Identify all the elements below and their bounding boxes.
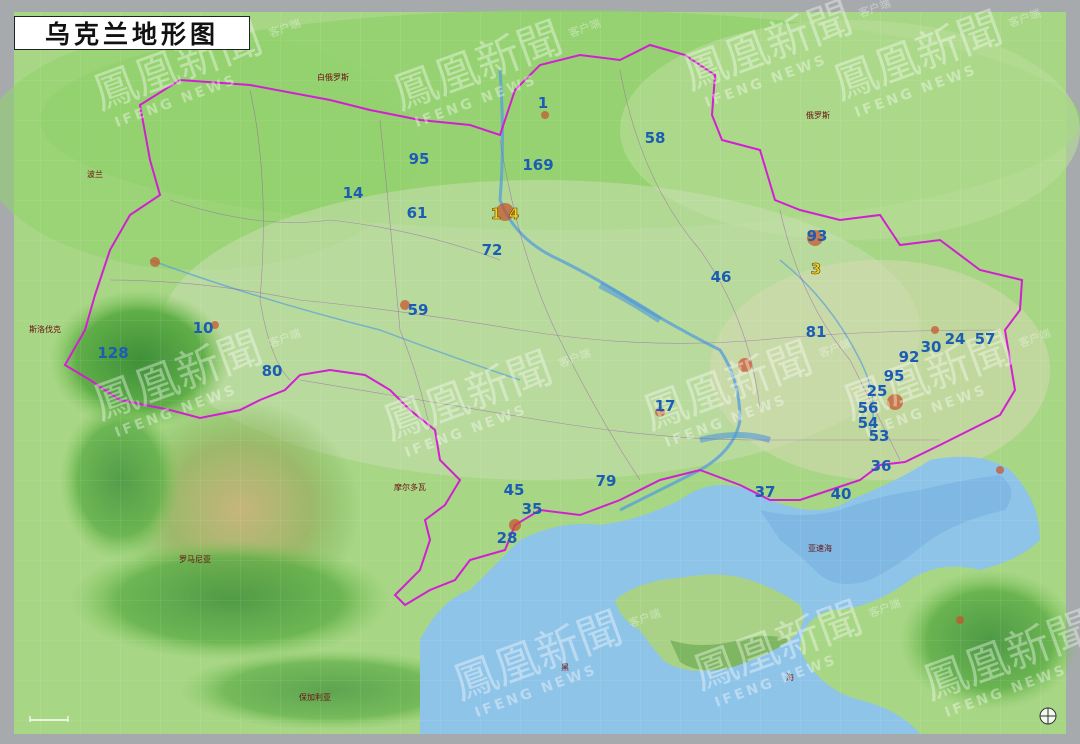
map-marker-28[interactable]: 36 bbox=[871, 457, 892, 475]
map-marker-20[interactable]: 92 bbox=[899, 348, 920, 366]
map-marker-17[interactable]: 30 bbox=[921, 338, 942, 356]
map-marker-10[interactable]: 93 bbox=[807, 227, 828, 245]
map-marker-19[interactable]: 57 bbox=[975, 330, 996, 348]
map-marker-29[interactable]: 79 bbox=[596, 472, 617, 490]
map-marker-23[interactable]: 25 bbox=[867, 382, 888, 400]
map-marker-34[interactable]: 28 bbox=[497, 529, 518, 547]
map-marker-2[interactable]: 58 bbox=[645, 129, 666, 147]
map-marker-12[interactable]: 46 bbox=[711, 268, 732, 286]
map-marker-31[interactable]: 35 bbox=[522, 500, 543, 518]
map-marker-9[interactable]: 72 bbox=[482, 241, 503, 259]
map-marker-8[interactable]: 4 bbox=[508, 205, 519, 224]
map-marker-13[interactable]: 59 bbox=[408, 301, 429, 319]
map-marker-22[interactable]: 80 bbox=[262, 362, 283, 380]
map-marker-30[interactable]: 45 bbox=[504, 481, 525, 499]
map-marker-4[interactable]: 95 bbox=[409, 150, 430, 168]
map-title: 乌克兰地形图 bbox=[14, 16, 250, 50]
map-marker-3[interactable]: 169 bbox=[522, 156, 553, 174]
place-label-slovakia: 斯洛伐克 bbox=[29, 324, 61, 334]
place-label-azov: 亚速海 bbox=[808, 543, 832, 553]
place-label-belarus: 白俄罗斯 bbox=[317, 72, 349, 82]
place-label-poland: 波兰 bbox=[87, 169, 103, 179]
map-marker-18[interactable]: 24 bbox=[945, 330, 966, 348]
map-marker-7[interactable]: 1 bbox=[490, 205, 501, 224]
place-label-moldova: 摩尔多瓦 bbox=[394, 482, 426, 492]
map-marker-14[interactable]: 10 bbox=[193, 319, 214, 337]
place-label-russia: 俄罗斯 bbox=[806, 110, 830, 120]
map-canvas[interactable]: 白俄罗斯俄罗斯波兰罗马尼亚摩尔多瓦保加利亚亚速海黑海斯洛伐克 鳳凰新聞IFENG… bbox=[0, 0, 1080, 744]
map-marker-5[interactable]: 14 bbox=[343, 184, 364, 202]
map-marker-16[interactable]: 81 bbox=[806, 323, 827, 341]
map-marker-33[interactable]: 40 bbox=[831, 485, 852, 503]
map-marker-1[interactable]: 1 bbox=[538, 94, 548, 112]
map-marker-15[interactable]: 128 bbox=[97, 344, 128, 362]
map-marker-32[interactable]: 37 bbox=[755, 483, 776, 501]
map-marker-26[interactable]: 53 bbox=[869, 427, 890, 445]
compass-icon bbox=[1039, 707, 1057, 725]
map-marker-11[interactable]: 3 bbox=[810, 260, 821, 279]
place-label-bulgaria: 保加利亚 bbox=[299, 692, 331, 702]
place-label-romania: 罗马尼亚 bbox=[179, 555, 211, 564]
map-frame: 白俄罗斯 俄罗斯 波兰 罗马尼亚 摩尔多瓦 保加利亚 亚速海黑海斯洛伐克 鳳凰新聞 IFENG… bbox=[0, 0, 1080, 744]
map-marker-27[interactable]: 17 bbox=[655, 397, 676, 415]
map-marker-6[interactable]: 61 bbox=[407, 204, 428, 222]
